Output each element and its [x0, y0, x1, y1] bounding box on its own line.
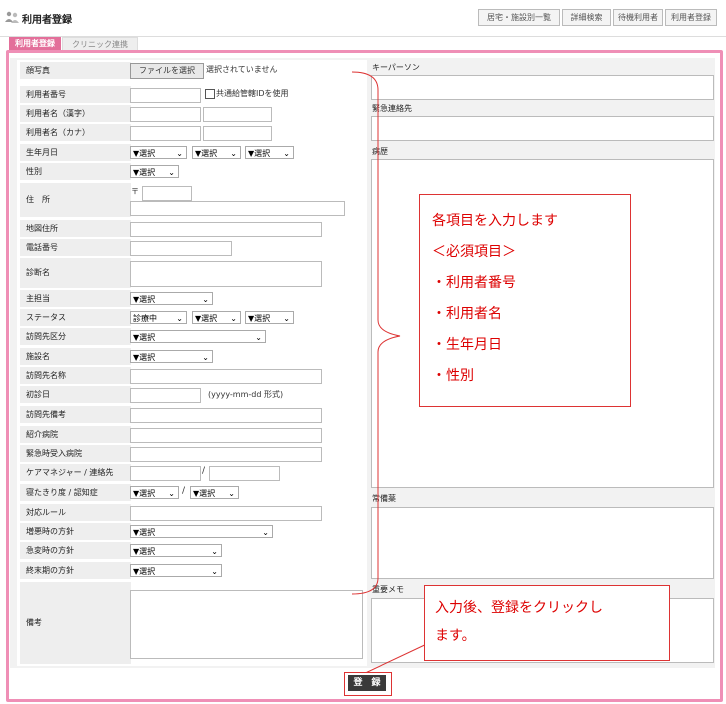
label-referral: 紹介病院 [20, 426, 131, 443]
page-title: 利用者登録 [22, 15, 72, 26]
care-manager-input[interactable] [130, 466, 201, 481]
label-visit-type: 訪問先区分 [20, 328, 131, 345]
birth-month-select[interactable]: ▼選択 ⌄ [192, 146, 241, 159]
bedridden-select[interactable]: ▼選択 ⌄ [130, 486, 179, 499]
phone-input[interactable] [130, 241, 232, 256]
callout-submit-hint: 入力後、登録をクリックし ます。 [424, 585, 670, 661]
callout-line: ます。 [435, 628, 476, 644]
user-number-input[interactable] [130, 88, 201, 103]
callout-line: ・生年月日 [432, 337, 502, 353]
care-manager-separator: / [202, 466, 206, 476]
dementia-select[interactable]: ▼選択 ⌄ [190, 486, 239, 499]
callout-line: 各項目を入力します [432, 213, 558, 229]
last-name-kanji-input[interactable] [130, 107, 201, 122]
visit-type-select[interactable]: ▼選択 ⌄ [130, 330, 266, 343]
postal-code-input[interactable] [142, 186, 192, 201]
label-birthday: 生年月日 [20, 144, 131, 161]
nav-detail-search[interactable]: 詳細検索 [562, 9, 611, 26]
facility-select[interactable]: ▼選択 ⌄ [130, 350, 213, 363]
label-user-number: 利用者番号 [20, 86, 131, 103]
file-status-text: 選択されていません [206, 65, 278, 74]
nav-waiting-users[interactable]: 待機利用者 [613, 9, 663, 26]
label-map-address: 地図住所 [20, 220, 131, 237]
callout-required-fields: 各項目を入力します ＜必須項目＞ ・利用者番号 ・利用者名 ・生年月日 ・性別 [419, 194, 631, 407]
visit-note-input[interactable] [130, 408, 322, 423]
label-notes: 備考 [20, 582, 131, 664]
regular-meds-textarea[interactable] [371, 507, 714, 579]
terminal-select[interactable]: ▼選択 ⌄ [130, 564, 222, 577]
label-care-manager: ケアマネジャー / 連絡先 [20, 464, 131, 481]
notes-textarea[interactable] [130, 590, 363, 659]
label-visit-name: 訪問先名称 [20, 367, 131, 384]
bracket-annotation [351, 71, 401, 595]
label-bedridden: 寝たきり度 / 認知症 [20, 484, 131, 501]
last-name-kana-input[interactable] [130, 126, 201, 141]
referral-hospital-input[interactable] [130, 428, 322, 443]
register-button[interactable]: 登 録 [348, 675, 386, 691]
label-facility: 施設名 [20, 348, 131, 365]
shared-id-checkbox[interactable] [205, 89, 215, 99]
label-name-kana: 利用者名（カナ） [20, 124, 131, 141]
label-worsening: 増悪時の方針 [20, 523, 131, 540]
key-person-textarea[interactable] [371, 75, 714, 100]
nav-user-register[interactable]: 利用者登録 [665, 9, 717, 26]
label-main-staff: 主担当 [20, 290, 131, 307]
callout-line: ・利用者番号 [432, 275, 516, 291]
main-staff-select[interactable]: ▼選択 ⌄ [130, 292, 213, 305]
status-select[interactable]: 診療中 ⌄ [130, 311, 187, 324]
status-sub-select-2[interactable]: ▼選択 ⌄ [245, 311, 294, 324]
label-diagnosis: 診断名 [20, 258, 131, 288]
nav-facility-list[interactable]: 居宅・施設別一覧 [478, 9, 560, 26]
first-name-kanji-input[interactable] [203, 107, 272, 122]
bedridden-separator: / [182, 486, 186, 496]
label-terminal: 終末期の方針 [20, 562, 131, 579]
label-sudden: 急変時の方針 [20, 542, 131, 559]
tab-user-register[interactable]: 利用者登録 [9, 37, 61, 51]
label-address: 住 所 [20, 183, 131, 217]
visit-name-input[interactable] [130, 369, 322, 384]
emergency-hospital-input[interactable] [130, 447, 322, 462]
callout-line: ＜必須項目＞ [432, 244, 516, 260]
birth-era-select[interactable]: ▼選択 ⌄ [130, 146, 187, 159]
label-emergency-hospital: 緊急時受入病院 [20, 445, 131, 462]
label-gender: 性別 [20, 163, 131, 180]
label-name-kanji: 利用者名（漢字） [20, 105, 131, 122]
first-name-kana-input[interactable] [203, 126, 272, 141]
shared-id-label: 共通給管轄IDを使用 [216, 89, 289, 98]
callout-line: 入力後、登録をクリックし [435, 600, 603, 616]
callout-line: ・性別 [432, 368, 474, 384]
label-visit-note: 訪問先備考 [20, 406, 131, 423]
diagnosis-textarea[interactable] [130, 261, 322, 287]
date-format-hint: (yyyy-mm-dd 形式) [208, 390, 284, 399]
postal-mark: 〒 [131, 187, 139, 196]
label-photo: 顔写真 [20, 62, 131, 79]
users-icon [5, 11, 19, 23]
first-visit-date-input[interactable] [130, 388, 201, 403]
care-manager-contact-input[interactable] [209, 466, 280, 481]
label-first-visit: 初診日 [20, 386, 131, 403]
birth-day-select[interactable]: ▼選択 ⌄ [245, 146, 294, 159]
label-phone: 電話番号 [20, 239, 131, 256]
status-sub-select-1[interactable]: ▼選択 ⌄ [192, 311, 241, 324]
callout-line: ・利用者名 [432, 306, 502, 322]
label-status: ステータス [20, 309, 131, 326]
address-input[interactable] [130, 201, 345, 216]
file-select-button[interactable]: ファイルを選択 [130, 63, 204, 79]
worsening-select[interactable]: ▼選択 ⌄ [130, 525, 273, 538]
sudden-select[interactable]: ▼選択 ⌄ [130, 544, 222, 557]
map-address-input[interactable] [130, 222, 322, 237]
gender-select[interactable]: ▼選択 ⌄ [130, 165, 179, 178]
label-rules: 対応ルール [20, 504, 131, 521]
emergency-contact-textarea[interactable] [371, 116, 714, 141]
rules-input[interactable] [130, 506, 322, 521]
